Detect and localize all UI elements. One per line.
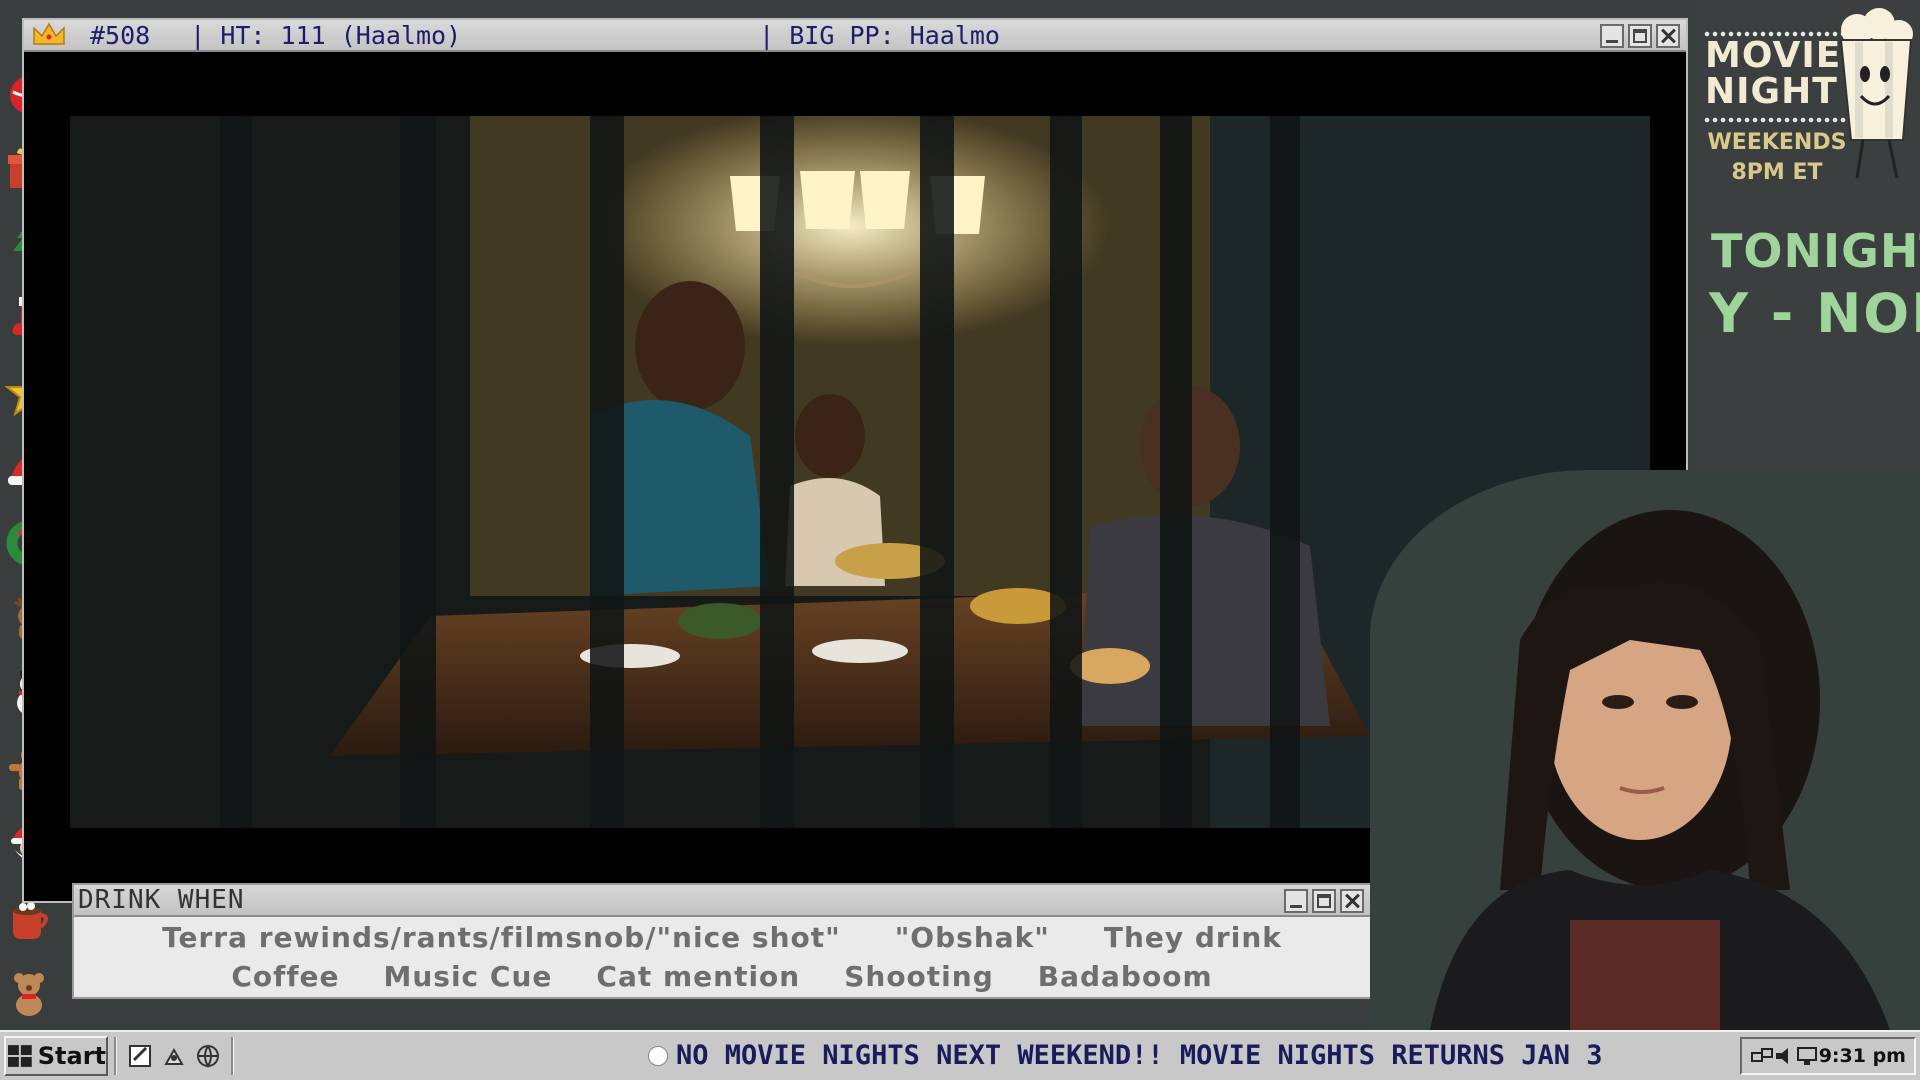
system-tray: 9:31 pm xyxy=(1740,1037,1916,1075)
taskbar-separator xyxy=(114,1037,117,1075)
display-icon[interactable] xyxy=(1796,1045,1818,1067)
schedule-text: WEEKENDS 8PM ET xyxy=(1707,128,1847,188)
tonight-label: TONIGHT: xyxy=(1711,224,1920,278)
maximize-button[interactable] xyxy=(1312,889,1336,913)
network-icon[interactable] xyxy=(1750,1045,1774,1067)
drink-rule: "Obshak" xyxy=(894,921,1050,954)
popcorn-mascot-icon xyxy=(1839,8,1913,179)
tonight-movie-title: Y - NOB xyxy=(1709,282,1920,345)
crown-icon xyxy=(33,22,65,45)
taskbar-separator xyxy=(231,1037,234,1075)
drink-rule: Coffee xyxy=(231,960,340,993)
title-number: #508 xyxy=(90,20,151,50)
webcam-image xyxy=(1370,470,1920,1030)
drink-rule: Terra rewinds/rants/filmsnob/"nice shot" xyxy=(162,921,841,954)
drink-rule: Music Cue xyxy=(383,960,553,993)
volume-icon[interactable] xyxy=(1774,1045,1796,1067)
drink-rule: They drink xyxy=(1103,921,1282,954)
movie-night-logo: MOVIE NIGHT xyxy=(1705,38,1841,110)
notepad-icon[interactable] xyxy=(126,1042,154,1070)
drink-rule: Badaboom xyxy=(1037,960,1213,993)
logo-line-night: NIGHT xyxy=(1705,71,1838,112)
maximize-button[interactable] xyxy=(1628,24,1652,48)
teddy-bear-icon xyxy=(4,966,54,1022)
start-logo-icon xyxy=(7,1045,32,1067)
close-button[interactable] xyxy=(1656,24,1680,48)
schedule-days: WEEKENDS xyxy=(1707,130,1847,155)
minimize-button[interactable] xyxy=(1284,889,1308,913)
drink-when-title: DRINK WHEN xyxy=(78,885,245,915)
drink-rules-row-2: Coffee Music Cue Cat mention Shooting Ba… xyxy=(74,960,1370,993)
schedule-time: 8PM ET xyxy=(1731,160,1823,185)
clock: 9:31 pm xyxy=(1818,1045,1906,1067)
news-ticker: NO MOVIE NIGHTS NEXT WEEKEND!! MOVIE NIG… xyxy=(648,1040,1603,1071)
close-button[interactable] xyxy=(1340,889,1364,913)
start-label: Start xyxy=(37,1042,106,1070)
drink-rule: Shooting xyxy=(844,960,994,993)
minimize-button[interactable] xyxy=(1600,24,1624,48)
title-big-pp: | BIG PP: Haalmo xyxy=(759,20,1000,50)
drink-rules-row-1: Terra rewinds/rants/filmsnob/"nice shot"… xyxy=(74,921,1370,954)
video-window-titlebar[interactable]: #508 | HT: 111 (Haalmo) | BIG PP: Haalmo xyxy=(24,20,1686,52)
ticker-text: NO MOVIE NIGHTS NEXT WEEKEND!! MOVIE NIG… xyxy=(676,1040,1603,1071)
start-button[interactable]: Start xyxy=(4,1036,108,1076)
logo-line-movie: MOVIE xyxy=(1705,35,1842,76)
ticker-dot-icon xyxy=(648,1045,668,1066)
drink-rule: Cat mention xyxy=(596,960,801,993)
browser-icon[interactable] xyxy=(194,1042,222,1070)
streamer-webcam xyxy=(1370,470,1920,1030)
title-hat-trick: | HT: 111 (Haalmo) xyxy=(190,20,462,50)
taskbar: Start NO MOVIE NIGHTS NEXT WEEKEND!! MOV… xyxy=(0,1030,1920,1080)
drink-when-titlebar[interactable]: DRINK WHEN xyxy=(74,885,1370,917)
drink-when-window[interactable]: DRINK WHEN Terra rewinds/rants/filmsnob/… xyxy=(72,883,1372,999)
paint-icon[interactable] xyxy=(160,1042,188,1070)
